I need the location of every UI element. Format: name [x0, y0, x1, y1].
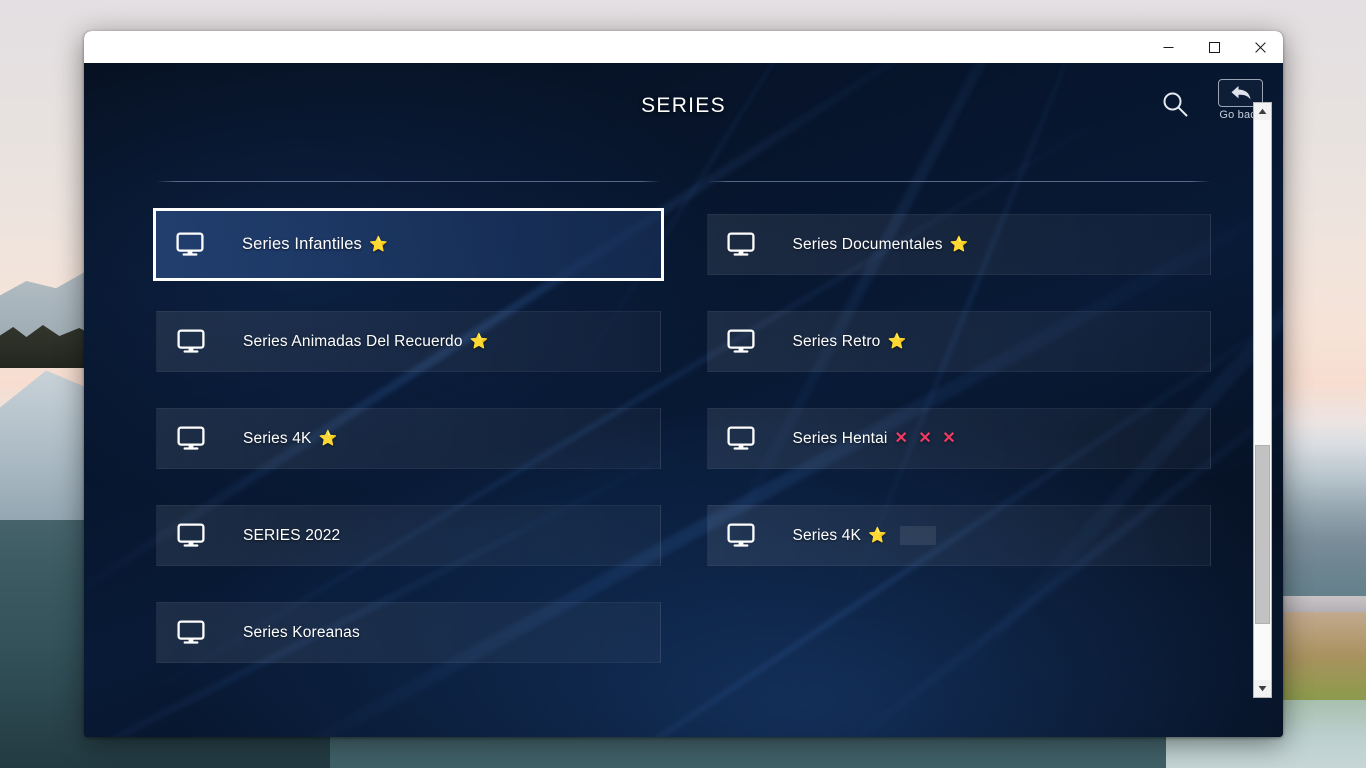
star-icon: ⭐	[868, 527, 887, 544]
category-label-text: Series Infantiles	[242, 235, 362, 253]
highlight-block	[899, 526, 936, 545]
category-label: Series 4K ⭐	[243, 430, 337, 448]
category-label-text: Series 4K	[792, 526, 862, 544]
category-label: Series Infantiles ⭐	[242, 235, 388, 254]
title-bar	[84, 31, 1283, 63]
star-icon: ⭐	[469, 333, 489, 350]
monitor-icon	[726, 232, 755, 257]
category-label-text: Series Hentai	[792, 429, 888, 447]
header-actions: Go back	[1160, 79, 1263, 124]
back-arrow-icon	[1231, 86, 1250, 100]
category-label-text: Series Koreanas	[243, 623, 360, 641]
left-column: Series Infantiles ⭐ Series Animadas Del Re…	[153, 181, 664, 737]
category-label-text: Series Retro	[792, 332, 881, 350]
minimize-button[interactable]	[1145, 31, 1191, 63]
category-item[interactable]: Series Infantiles ⭐	[153, 208, 664, 281]
maximize-icon	[1208, 41, 1220, 53]
close-button[interactable]	[1237, 31, 1283, 63]
left-column-items: Series Infantiles ⭐ Series Animadas Del Re…	[153, 208, 664, 663]
minimize-icon	[1163, 46, 1173, 48]
star-icon: ⭐	[368, 236, 388, 253]
category-label: Series Animadas Del Recuerdo ⭐	[243, 333, 488, 351]
star-icon: ⭐	[318, 430, 338, 447]
app-content: SERIES Go back Series Infantiles ⭐ Serie…	[84, 63, 1283, 737]
category-label: SERIES 2022	[243, 527, 340, 545]
monitor-icon	[177, 620, 205, 645]
scrollbar-thumb[interactable]	[1255, 444, 1270, 624]
category-columns: Series Infantiles ⭐ Series Animadas Del Re…	[84, 181, 1283, 737]
category-item[interactable]: Series Koreanas	[156, 602, 661, 663]
star-icon: ⭐	[949, 236, 969, 253]
category-item[interactable]: Series Hentai ✕ ✕ ✕	[706, 408, 1211, 469]
category-label: Series Hentai ✕ ✕ ✕	[793, 430, 959, 448]
scroll-up-icon	[1258, 108, 1267, 114]
right-column: Series Documentales ⭐ Series Retro ⭐ Series …	[706, 181, 1211, 737]
category-item[interactable]: Series 4K ⭐	[156, 408, 661, 469]
desktop-wallpaper: SERIES Go back Series Infantiles ⭐ Serie…	[0, 0, 1366, 768]
monitor-icon	[726, 329, 755, 354]
monitor-icon	[726, 523, 755, 548]
vertical-scrollbar[interactable]	[1253, 102, 1272, 698]
scroll-down-button[interactable]	[1254, 680, 1271, 697]
category-label: Series Documentales ⭐	[793, 236, 969, 254]
category-item[interactable]: Series Animadas Del Recuerdo ⭐	[156, 311, 661, 372]
category-label-text: Series Documentales	[792, 235, 943, 253]
category-item[interactable]: SERIES 2022	[156, 505, 661, 566]
category-label: Series Retro ⭐	[793, 333, 907, 351]
category-label-text: Series 4K	[243, 429, 312, 447]
app-header: SERIES Go back	[84, 63, 1283, 149]
category-item[interactable]: Series Retro ⭐	[706, 311, 1211, 372]
scrollbar-track[interactable]	[1254, 120, 1271, 680]
monitor-icon	[726, 426, 755, 451]
category-item[interactable]: Series Documentales ⭐	[706, 214, 1211, 275]
category-label-text: Series Animadas Del Recuerdo	[243, 332, 463, 350]
scroll-up-button[interactable]	[1254, 103, 1271, 120]
close-icon	[1254, 41, 1266, 53]
monitor-icon	[177, 523, 205, 548]
column-divider	[156, 181, 661, 182]
search-icon[interactable]	[1160, 89, 1190, 124]
monitor-icon	[177, 426, 205, 451]
app-window: SERIES Go back Series Infantiles ⭐ Serie…	[84, 31, 1283, 737]
scroll-down-icon	[1258, 686, 1267, 692]
column-divider	[706, 181, 1211, 182]
maximize-button[interactable]	[1191, 31, 1237, 63]
monitor-icon	[176, 232, 204, 257]
category-label: Series 4K ⭐	[793, 526, 936, 545]
right-column-items: Series Documentales ⭐ Series Retro ⭐ Series …	[706, 214, 1211, 566]
monitor-icon	[177, 329, 205, 354]
category-label: Series Koreanas	[243, 624, 360, 642]
category-label-text: SERIES 2022	[243, 526, 341, 544]
page-title: SERIES	[641, 94, 726, 117]
star-icon: ⭐	[887, 333, 907, 350]
adult-x-icon: ✕ ✕ ✕	[894, 429, 959, 447]
category-item[interactable]: Series 4K ⭐	[706, 505, 1211, 566]
